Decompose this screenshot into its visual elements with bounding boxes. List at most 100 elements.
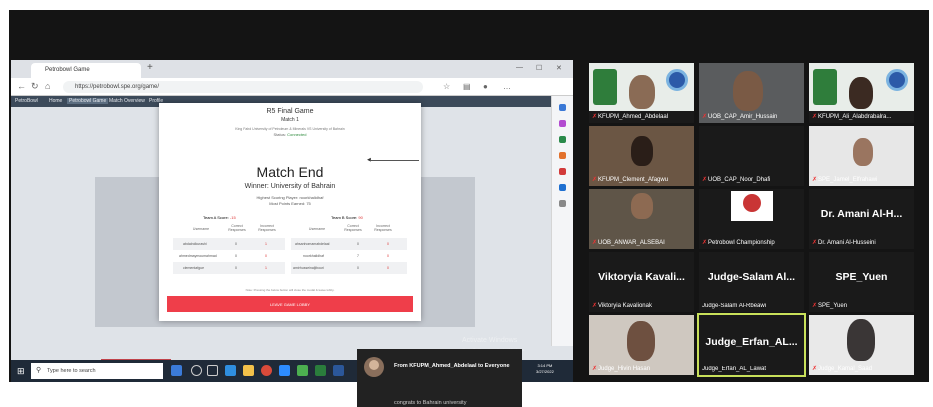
incorrect-cell: 1 [265,242,267,246]
taskbar-clock[interactable]: 3:14 PM 3/27/2022 [536,363,554,375]
activate-windows-title: Activate Windows [462,337,518,344]
participant-name: ✗UOB_CAP_Amir_Hussain [702,114,778,120]
username-cell: ahsanhomamabdelaal [295,242,330,246]
weather-icon[interactable] [171,365,182,376]
chat-message: congrats to Bahrain university [394,400,467,406]
participant-video [853,138,873,166]
participant-tile[interactable]: ✗SPE_Jamel_Elfrahawi [809,126,914,186]
match-end-heading: Match End [256,164,324,180]
username-cell: ahmedmaymoumahmad [179,254,217,258]
table-row: noorkhalidhaf 7 0 [291,250,407,262]
participant-display-name: Dr. Amani Al-H... [820,208,903,220]
shopping-icon[interactable] [559,120,566,127]
star-icon[interactable]: ☆ [443,82,450,91]
muted-mic-icon: ✗ [592,366,598,372]
participant-tile[interactable]: ✗UOB_ANWAR_ALSEBAI [589,189,694,249]
participant-tile[interactable]: Dr. Amani Al-H... ✗Dr. Amani Al-Husseini [809,189,914,249]
incorrect-cell: 0 [387,242,389,246]
correct-cell: 7 [357,254,359,258]
back-icon[interactable]: ← [17,81,26,91]
add-icon[interactable] [559,200,566,207]
correct-cell: 0 [357,266,359,270]
modal-subtitle: Match 1 [281,117,299,123]
zoom-icon[interactable] [279,365,290,376]
leave-game-lobby-button[interactable]: LEAVE GAME LOBBY [167,296,413,312]
participant-name: ✗Judge_Hivin Hasan [592,366,651,372]
taskbar-search-input[interactable]: ⚲ Type here to search [31,363,163,379]
audio-slider[interactable] [371,160,419,161]
modal-note: Note: Pressing the below button will clo… [245,288,335,292]
participant-tile[interactable]: ✗KFUPM_Ahmed_Abdelaal [589,63,694,123]
participant-tile-active-speaker[interactable]: Judge_Erfan_AL... Judge_Erfan_AL_Lawat [697,313,806,377]
cortana-icon[interactable] [191,365,202,376]
participant-name: Judge_Erfan_AL_Lawat [702,366,767,372]
team-a-header: Team A Score: -15 [203,215,236,220]
incorrect-cell: 0 [265,254,267,258]
windows-start-icon[interactable]: ⊞ [17,366,25,377]
games-icon[interactable] [559,152,566,159]
file-explorer-icon[interactable] [243,365,254,376]
participant-name: ✗SPE_Jamel_Elfrahawi [812,177,878,183]
profile-icon[interactable]: ● [483,82,488,91]
office-icon[interactable] [559,168,566,175]
participant-name: ✗Dr. Amani Al-Husseini [812,240,876,246]
app-icon[interactable] [297,365,308,376]
browser-tab[interactable]: Petrobowl Game [31,63,141,78]
team-b-col-correct: Correct Responses [344,224,362,232]
nav-match-overview[interactable]: Match Overview [109,98,145,104]
tab-title: Petrobowl Game [45,67,90,73]
participant-tile[interactable]: ✗Petrobowl Championship [699,189,804,249]
clock-date: 3/27/2022 [536,369,554,374]
nav-brand[interactable]: PetroBowl [15,98,38,104]
close-icon[interactable]: ✕ [556,64,562,72]
maximize-icon[interactable]: ☐ [536,64,542,72]
table-row: ahmedmaymoumahmad 0 0 [173,250,285,262]
excel-icon[interactable] [315,365,326,376]
participant-display-name: SPE_Yuen [835,271,888,283]
new-tab-icon[interactable]: + [147,63,153,73]
table-row: clementafgue 0 1 [173,262,285,274]
nav-home[interactable]: Home [49,98,62,104]
participant-tile[interactable]: ✗KFUPM_Clement_Afagwu [589,126,694,186]
zoom-meeting-window: Petrobowl Game + — ☐ ✕ ← ↻ ⌂ https://pet… [9,10,929,382]
edge-icon[interactable] [225,365,236,376]
participant-name: ✗Petrobowl Championship [702,240,775,246]
participant-tile[interactable]: ✗UOB_CAP_Noor_Dhafi [699,126,804,186]
search-icon[interactable] [559,104,566,111]
tools-icon[interactable] [559,136,566,143]
participant-tile[interactable]: ✗UOB_CAP_Amir_Hussain [699,63,804,123]
address-bar[interactable]: https://petrobowl.spe.org/game/ [63,81,423,93]
username-cell: amirhusseinaljibouri [293,266,324,270]
refresh-icon[interactable]: ↻ [31,81,39,92]
status-line: Status: Connected [159,132,421,137]
more-icon[interactable]: … [503,82,511,91]
collections-icon[interactable]: ▤ [463,82,471,91]
muted-mic-icon: ✗ [812,114,818,120]
muted-mic-icon: ✗ [812,303,818,309]
word-icon[interactable] [333,365,344,376]
participant-tile[interactable]: Viktoryia Kavali... ✗Viktoryia Kavaliona… [589,252,694,312]
muted-mic-icon: ✗ [812,366,818,372]
task-view-icon[interactable] [207,365,218,376]
participant-tile[interactable]: ✗Judge_Kamal_Saad [809,315,914,375]
incorrect-cell: 0 [387,254,389,258]
minimize-icon[interactable]: — [516,64,523,71]
participant-tile[interactable]: ✗KFUPM_Ali_Alabdrabalra... [809,63,914,123]
outlook-icon[interactable] [559,184,566,191]
team-b-label: Team B Score: [331,215,358,220]
username-cell: abdalrolkurashi [183,242,207,246]
nav-game[interactable]: Petrobowl Game [67,98,109,104]
team-b-score: 90 [358,215,363,220]
participant-name: ✗KFUPM_Ali_Alabdrabalra... [812,114,892,120]
chat-notification[interactable]: From KFUPM_Ahmed_Abdelaal to Everyone co… [357,349,522,407]
participant-video [849,77,873,109]
table-row: amirhusseinaljibouri 0 0 [291,262,407,274]
participant-tile[interactable]: ✗Judge_Hivin Hasan [589,315,694,375]
muted-mic-icon: ✗ [592,114,598,120]
participant-video [629,75,655,109]
participant-tile[interactable]: Judge-Salam Al... Judge-Salam Al-Rbeawi [699,252,804,312]
sender-avatar [364,357,384,377]
home-icon[interactable]: ⌂ [45,81,50,91]
chrome-icon[interactable] [261,365,272,376]
participant-tile[interactable]: SPE_Yuen ✗SPE_Yuen [809,252,914,312]
